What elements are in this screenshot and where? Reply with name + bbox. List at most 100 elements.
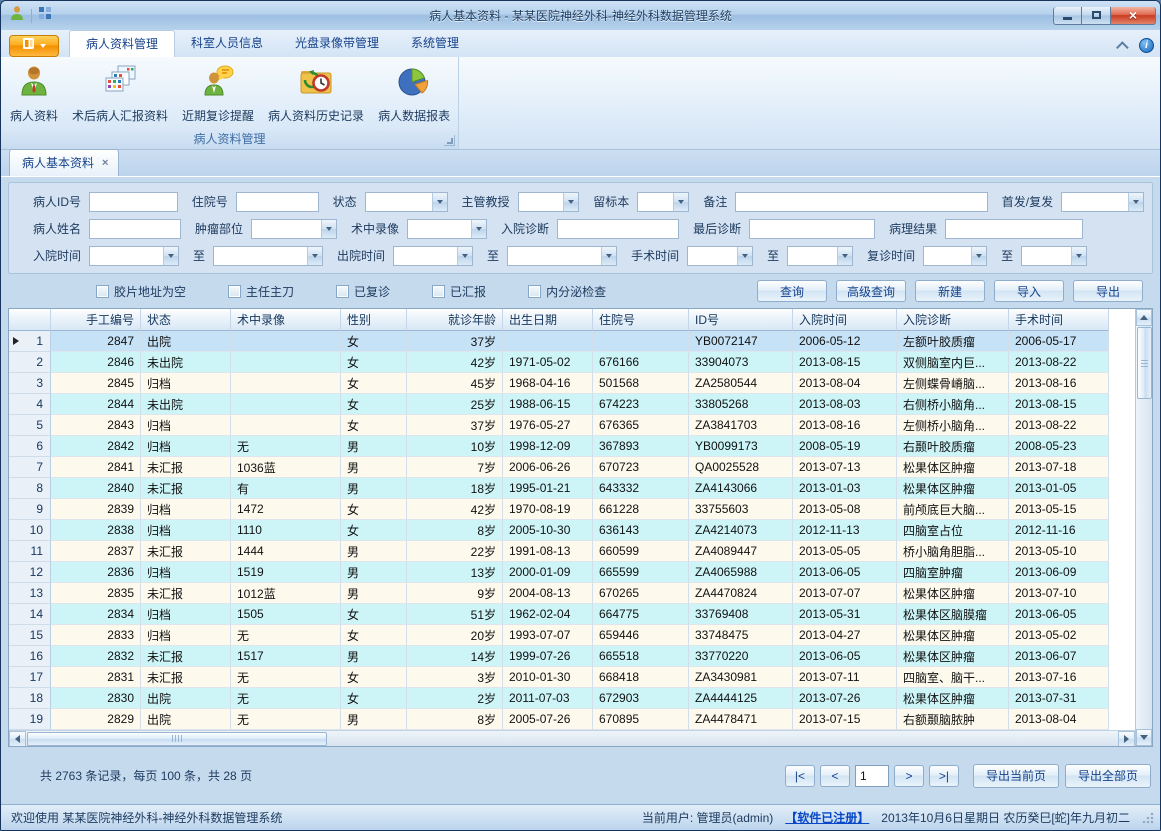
column-header-ID号[interactable]: ID号 xyxy=(689,309,793,331)
table-row[interactable]: 22846未出院女42岁1971-05-02676166339040732013… xyxy=(9,352,1135,373)
search-field-病人姓名[interactable] xyxy=(89,219,181,239)
action-button-导出[interactable]: 导出 xyxy=(1073,280,1143,302)
table-row[interactable]: 92839归档1472女42岁1970-08-19661228337556032… xyxy=(9,499,1135,520)
search-combo-至[interactable] xyxy=(213,246,323,266)
row-number-cell[interactable]: 18 xyxy=(9,688,51,709)
layout-blocks-icon[interactable] xyxy=(38,6,52,25)
combo-dropdown-button[interactable] xyxy=(601,247,616,265)
combo-dropdown-button[interactable] xyxy=(837,247,852,265)
dialog-launcher-icon[interactable] xyxy=(444,135,455,146)
filter-checkbox[interactable]: 已汇报 xyxy=(432,283,486,300)
combo-dropdown-button[interactable] xyxy=(163,247,178,265)
filter-checkbox[interactable]: 内分泌检查 xyxy=(528,283,606,300)
row-number-cell[interactable]: 4 xyxy=(9,394,51,415)
scroll-down-button[interactable] xyxy=(1136,729,1152,746)
combo-dropdown-button[interactable] xyxy=(1071,247,1086,265)
row-number-cell[interactable]: 8 xyxy=(9,478,51,499)
search-combo-手术时间[interactable] xyxy=(687,246,753,266)
search-field-最后诊断[interactable] xyxy=(749,219,875,239)
checkbox-icon[interactable] xyxy=(96,285,109,298)
filter-checkbox[interactable]: 主任主刀 xyxy=(228,283,294,300)
table-row[interactable]: 132835未汇报1012蓝男9岁2004-08-13670265ZA44708… xyxy=(9,583,1135,604)
action-button-新建[interactable]: 新建 xyxy=(915,280,985,302)
combo-dropdown-button[interactable] xyxy=(673,193,688,211)
column-header-性别[interactable]: 性别 xyxy=(341,309,407,331)
table-row[interactable]: 142834归档1505女51岁1962-02-0466477533769408… xyxy=(9,604,1135,625)
combo-dropdown-button[interactable] xyxy=(563,193,578,211)
horizontal-scrollbar[interactable] xyxy=(9,730,1135,746)
doc-tab-patient-basic-info[interactable]: 病人基本资料 × xyxy=(9,149,119,176)
prev-page-button[interactable]: < xyxy=(820,765,850,787)
row-number-cell[interactable]: 16 xyxy=(9,646,51,667)
row-number-cell[interactable]: 10 xyxy=(9,520,51,541)
table-row[interactable]: 72841未汇报1036蓝男7岁2006-06-26670723QA002552… xyxy=(9,457,1135,478)
ribbon-tab[interactable]: 光盘录像带管理 xyxy=(279,30,395,57)
row-number-cell[interactable]: 2 xyxy=(9,352,51,373)
table-row[interactable]: 152833归档无女20岁1993-07-0765944633748475201… xyxy=(9,625,1135,646)
doc-tab-close-icon[interactable]: × xyxy=(102,157,108,169)
collapse-ribbon-icon[interactable] xyxy=(1116,41,1129,54)
search-combo-首发/复发[interactable] xyxy=(1061,192,1144,212)
search-combo-复诊时间[interactable] xyxy=(923,246,987,266)
table-row[interactable]: 82840未汇报有男18岁1995-01-21643332ZA414306620… xyxy=(9,478,1135,499)
search-combo-状态[interactable] xyxy=(365,192,448,212)
ribbon-button-report[interactable]: 病人数据报表 xyxy=(371,60,457,128)
next-page-button[interactable]: > xyxy=(894,765,924,787)
column-header-术中录像[interactable]: 术中录像 xyxy=(231,309,341,331)
ribbon-button-calendar[interactable]: 术后病人汇报资料 xyxy=(65,60,175,128)
ribbon-tab[interactable]: 系统管理 xyxy=(395,30,475,57)
table-row[interactable]: 192829出院无男8岁2005-07-26670895ZA4478471201… xyxy=(9,709,1135,730)
combo-dropdown-button[interactable] xyxy=(321,220,336,238)
first-page-button[interactable]: |< xyxy=(785,765,815,787)
last-page-button[interactable]: >| xyxy=(929,765,959,787)
table-row[interactable]: 172831未汇报无女3岁2010-01-30668418ZA343098120… xyxy=(9,667,1135,688)
ribbon-tab[interactable]: 科室人员信息 xyxy=(175,30,279,57)
vertical-scrollbar[interactable] xyxy=(1135,309,1152,746)
combo-dropdown-button[interactable] xyxy=(737,247,752,265)
row-number-cell[interactable]: 1 xyxy=(9,331,51,352)
combo-dropdown-button[interactable] xyxy=(971,247,986,265)
column-header-手工编号[interactable]: 手工编号 xyxy=(51,309,141,331)
scroll-left-button[interactable] xyxy=(9,731,26,747)
search-combo-肿瘤部位[interactable] xyxy=(251,219,337,239)
scroll-right-button[interactable] xyxy=(1118,731,1135,747)
vertical-scroll-track[interactable] xyxy=(1136,400,1152,729)
column-header-入院时间[interactable]: 入院时间 xyxy=(793,309,897,331)
scroll-up-button[interactable] xyxy=(1136,309,1152,326)
checkbox-icon[interactable] xyxy=(528,285,541,298)
maximize-button[interactable] xyxy=(1082,7,1111,25)
row-number-cell[interactable]: 5 xyxy=(9,415,51,436)
info-icon[interactable]: i xyxy=(1139,38,1154,53)
filter-checkbox[interactable]: 已复诊 xyxy=(336,283,390,300)
export-all-pages-button[interactable]: 导出全部页 xyxy=(1065,764,1151,788)
table-row[interactable]: 42844未出院女25岁1988-06-15674223338052682013… xyxy=(9,394,1135,415)
checkbox-icon[interactable] xyxy=(228,285,241,298)
search-combo-入院时间[interactable] xyxy=(89,246,179,266)
combo-dropdown-button[interactable] xyxy=(457,247,472,265)
row-number-cell[interactable]: 14 xyxy=(9,604,51,625)
search-field-入院诊断[interactable] xyxy=(557,219,679,239)
table-row[interactable]: 122836归档1519男13岁2000-01-09665599ZA406598… xyxy=(9,562,1135,583)
table-row[interactable]: 52843归档女37岁1976-05-27676365ZA38417032013… xyxy=(9,415,1135,436)
search-combo-至[interactable] xyxy=(507,246,617,266)
column-header-就诊年龄[interactable]: 就诊年龄 xyxy=(407,309,503,331)
column-header-出生日期[interactable]: 出生日期 xyxy=(503,309,593,331)
search-field-备注[interactable] xyxy=(735,192,987,212)
table-row[interactable]: 112837未汇报1444男22岁1991-08-13660599ZA40894… xyxy=(9,541,1135,562)
search-field-病人ID号[interactable] xyxy=(89,192,178,212)
action-button-导入[interactable]: 导入 xyxy=(994,280,1064,302)
ribbon-button-patient[interactable]: 病人资料 xyxy=(3,60,65,128)
search-combo-术中录像[interactable] xyxy=(407,219,487,239)
column-header-状态[interactable]: 状态 xyxy=(141,309,231,331)
vertical-scroll-thumb[interactable] xyxy=(1137,327,1152,399)
combo-dropdown-button[interactable] xyxy=(432,193,447,211)
checkbox-icon[interactable] xyxy=(432,285,445,298)
ribbon-button-reminder[interactable]: 近期复诊提醒 xyxy=(175,60,261,128)
checkbox-icon[interactable] xyxy=(336,285,349,298)
search-combo-至[interactable] xyxy=(787,246,853,266)
row-number-cell[interactable]: 13 xyxy=(9,583,51,604)
column-header-入院诊断[interactable]: 入院诊断 xyxy=(897,309,1009,331)
column-header-住院号[interactable]: 住院号 xyxy=(593,309,689,331)
horizontal-scroll-thumb[interactable] xyxy=(27,732,327,746)
table-row[interactable]: 102838归档1110女8岁2005-10-30636143ZA4214073… xyxy=(9,520,1135,541)
